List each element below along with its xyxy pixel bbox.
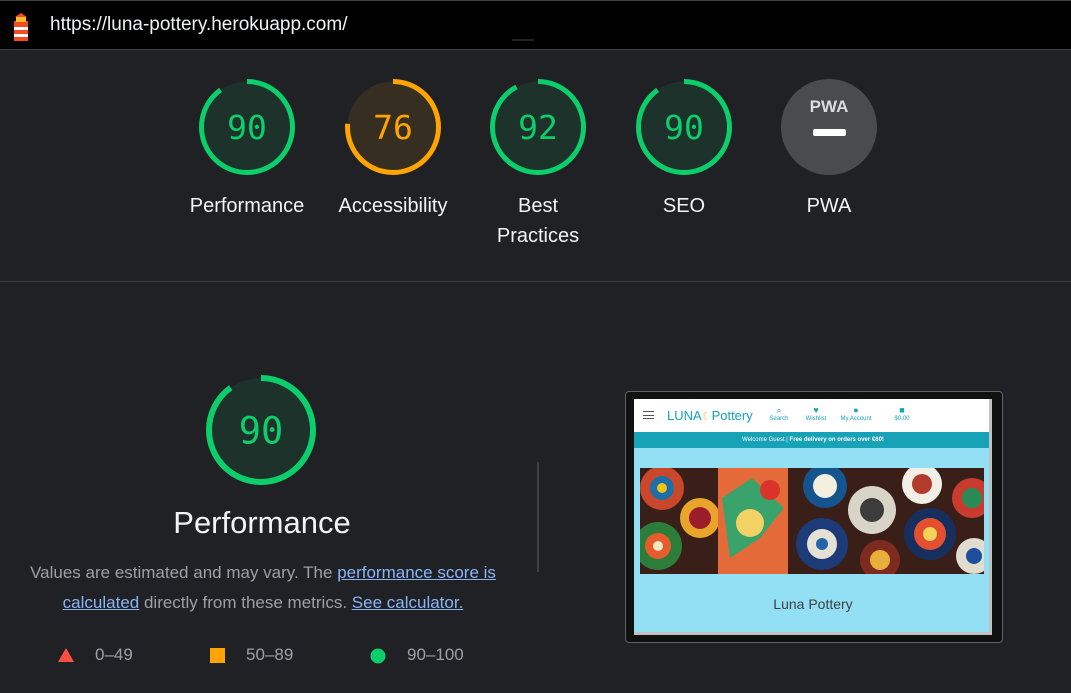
lighthouse-icon <box>14 13 28 41</box>
site-logo: LUNA☾Pottery <box>667 408 753 423</box>
score-gauge-icon: 90 <box>636 79 732 175</box>
screenshot-scrollbar-horizontal <box>634 632 989 635</box>
triangle-icon <box>58 648 74 662</box>
legend-average-label: 50–89 <box>246 645 294 664</box>
welcome-banner: Welcome Guest | Free delivery on orders … <box>634 432 992 448</box>
page-screenshot: LUNA☾Pottery ⌕ Search ♥ Wishlist ● My Accou… <box>625 391 1003 643</box>
gauge-label: Best Practices <box>496 195 580 247</box>
pottery-plates-image <box>640 468 984 574</box>
pwa-badge-text: PWA <box>810 97 849 116</box>
gauge-pwa[interactable]: PWA PWA <box>759 79 899 221</box>
gauge-score: 90 <box>664 108 704 147</box>
url-bar: https://luna-pottery.herokuapp.com/ <box>0 0 1071 50</box>
gauge-seo[interactable]: 90 SEO <box>614 79 754 221</box>
vertical-divider <box>537 462 539 572</box>
score-gauge-icon: 90 <box>199 79 295 175</box>
nav-bag: ■ $0.00 <box>886 405 918 422</box>
screenshot-viewport: LUNA☾Pottery ⌕ Search ♥ Wishlist ● My Accou… <box>634 399 992 635</box>
logo-pottery: Pottery <box>711 408 753 423</box>
gauge-score: 90 <box>227 108 267 147</box>
screenshot-scrollbar-vertical <box>989 399 992 635</box>
logo-luna: LUNA <box>667 408 702 423</box>
nav-bag-label: $0.00 <box>894 416 910 422</box>
square-icon <box>210 648 225 663</box>
bag-icon: ■ <box>899 405 905 415</box>
gauge-score: 90 <box>239 409 284 452</box>
nav-wishlist: ♥ Wishlist <box>800 405 832 422</box>
performance-title: Performance <box>173 505 351 540</box>
performance-description: Values are estimated and may vary. The p… <box>18 558 508 618</box>
circle-icon <box>370 648 386 664</box>
gauge-score: 92 <box>518 108 558 147</box>
pwa-badge-icon: PWA <box>781 79 877 175</box>
gauge-label: Accessibility <box>338 195 448 217</box>
desc-prefix: Values are estimated and may vary. The <box>30 563 338 582</box>
nav-account-label: My Account <box>840 416 872 422</box>
hero-caption: Luna Pottery <box>773 596 853 612</box>
search-icon: ⌕ <box>776 405 782 415</box>
banner-welcome: Welcome Guest | <box>742 437 790 443</box>
legend-pass-label: 90–100 <box>407 645 464 664</box>
site-header: LUNA☾Pottery ⌕ Search ♥ Wishlist ● My Accou… <box>634 399 992 432</box>
large-score-gauge-icon: 90 <box>206 375 316 485</box>
legend-fail-label: 0–49 <box>95 645 133 664</box>
user-icon: ● <box>853 405 859 415</box>
score-gauge-icon: 76 <box>345 79 441 175</box>
see-calculator-link[interactable]: See calculator. <box>352 593 464 612</box>
gauge-score: 76 <box>373 108 413 147</box>
gauge-label: PWA <box>806 195 852 217</box>
performance-gauge: 90 <box>206 375 316 490</box>
moon-icon: ☾ <box>701 411 712 423</box>
category-gauges: 90 Performance 76 Accessibility 92 Best Pract… <box>0 51 1071 282</box>
nav-search: ⌕ Search <box>763 405 795 422</box>
gauge-label: Performance <box>189 195 305 217</box>
nav-wishlist-label: Wishlist <box>805 416 827 422</box>
nav-search-label: Search <box>769 416 789 422</box>
pwa-dash-icon <box>813 129 846 136</box>
hero-section: Luna Pottery <box>634 448 992 635</box>
score-gauge-icon: 92 <box>490 79 586 175</box>
gauge-accessibility[interactable]: 76 Accessibility <box>323 79 463 221</box>
gauge-label: SEO <box>662 195 706 217</box>
topbar-divider <box>512 39 534 41</box>
desc-middle: directly from these metrics. <box>139 593 352 612</box>
nav-account: ● My Account <box>840 405 872 422</box>
hamburger-icon <box>643 411 654 419</box>
banner-delivery: Free delivery on orders over €60! <box>789 437 884 443</box>
page-url[interactable]: https://luna-pottery.herokuapp.com/ <box>50 14 347 36</box>
gauge-performance[interactable]: 90 Performance <box>177 79 317 221</box>
heart-icon: ♥ <box>813 405 819 415</box>
gauge-best-practices[interactable]: 92 Best Practices <box>468 79 608 251</box>
